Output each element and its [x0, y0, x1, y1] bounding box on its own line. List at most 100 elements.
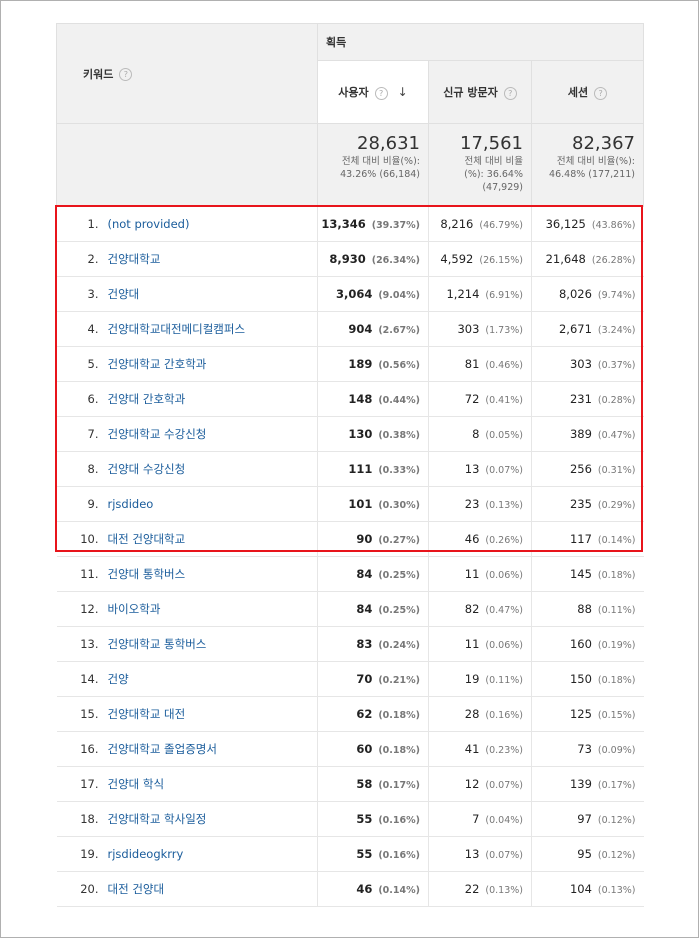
sessions-cell: 160 (0.19%) — [531, 626, 644, 662]
new-visitors-value: 303 — [457, 322, 480, 336]
keyword-link[interactable]: 바이오학과 — [108, 602, 161, 616]
new-visitors-percent: (0.23%) — [485, 745, 523, 756]
table-row: 4. 건양대학교대전메디컬캠퍼스 904 (2.67%) 303 (1.73%) 2,671… — [56, 311, 644, 347]
help-icon[interactable]: ? — [374, 86, 388, 100]
keyword-link[interactable]: 건양대학교 학사일정 — [108, 812, 207, 826]
new-visitors-cell: 13 (0.07%) — [428, 451, 532, 487]
users-cell: 148 (0.44%) — [317, 381, 429, 417]
new-visitors-cell: 72 (0.41%) — [428, 381, 532, 417]
users-percent: (39.37%) — [371, 220, 420, 231]
sessions-cell: 73 (0.09%) — [531, 731, 644, 767]
new-visitors-percent: (0.46%) — [485, 360, 523, 371]
users-percent: (9.04%) — [378, 290, 420, 301]
new-visitors-value: 82 — [464, 602, 480, 616]
keyword-link[interactable]: rjsdideo — [108, 497, 154, 511]
keyword-link[interactable]: 건양 — [108, 672, 129, 686]
keyword-link[interactable]: 건양대학교 통학버스 — [108, 637, 207, 651]
keyword-link[interactable]: 건양대학교 졸업증명서 — [108, 742, 217, 756]
new-visitors-cell: 13 (0.07%) — [428, 836, 532, 872]
new-visitors-value: 1,214 — [446, 287, 480, 301]
table-row: 3. 건양대 3,064 (9.04%) 1,214 (6.91%) 8,026 (9.74%… — [56, 276, 644, 312]
new-visitors-total-value: 17,561 — [460, 133, 523, 154]
sessions-percent: (0.19%) — [597, 640, 636, 651]
users-value: 3,064 — [335, 287, 373, 301]
users-percent: (0.38%) — [378, 430, 420, 441]
keyword-cell: 4. 건양대학교대전메디컬캠퍼스 — [56, 311, 318, 347]
table-row: 17. 건양대 학식 58 (0.17%) 12 (0.07%) 139 (0.17%) — [56, 766, 644, 802]
keyword-link[interactable]: 건양대 간호학과 — [108, 392, 186, 406]
new-visitors-column-header[interactable]: 신규 방문자? — [428, 60, 532, 124]
users-cell: 13,346 (39.37%) — [317, 206, 429, 242]
users-value: 62 — [356, 707, 373, 721]
sessions-cell: 21,648 (26.28%) — [531, 241, 644, 277]
keyword-link[interactable]: 대전 건양대학교 — [108, 532, 186, 546]
users-column-header[interactable]: 사용자? ↓ — [317, 60, 429, 124]
help-icon[interactable]: ? — [503, 86, 517, 100]
sort-down-arrow-icon[interactable]: ↓ — [398, 85, 408, 99]
users-percent: (0.18%) — [378, 710, 420, 721]
sessions-cell: 139 (0.17%) — [531, 766, 644, 802]
new-visitors-cell: 41 (0.23%) — [428, 731, 532, 767]
keyword-link[interactable]: 건양대학교 수강신청 — [108, 427, 207, 441]
users-value: 90 — [356, 532, 373, 546]
sessions-cell: 117 (0.14%) — [531, 521, 644, 557]
keyword-link[interactable]: rjsdideogkrry — [108, 847, 184, 861]
keyword-cell: 11. 건양대 통학버스 — [56, 556, 318, 592]
table-row: 5. 건양대학교 간호학과 189 (0.56%) 81 (0.46%) 303 (0.37%… — [56, 346, 644, 382]
keyword-link[interactable]: 건양대학교 — [108, 252, 161, 266]
new-visitors-cell: 22 (0.13%) — [428, 871, 532, 907]
users-value: 55 — [356, 812, 373, 826]
users-total-line1: 전체 대비 비율(%): — [341, 156, 420, 167]
users-value: 904 — [348, 322, 373, 336]
new-visitors-cell: 8 (0.05%) — [428, 416, 532, 452]
new-visitors-percent: (0.11%) — [485, 675, 523, 686]
keyword-column-header[interactable]: 키워드? — [56, 23, 318, 124]
sessions-percent: (0.09%) — [597, 745, 636, 756]
new-visitors-cell: 4,592 (26.15%) — [428, 241, 532, 277]
users-value: 84 — [356, 567, 373, 581]
sessions-value: 88 — [577, 602, 592, 616]
sessions-percent: (0.18%) — [597, 675, 636, 686]
keyword-cell: 17. 건양대 학식 — [56, 766, 318, 802]
help-icon[interactable]: ? — [119, 68, 133, 81]
sessions-value: 125 — [569, 707, 592, 721]
new-visitors-percent: (1.73%) — [485, 325, 523, 336]
new-visitors-total: 17,561 전체 대비 비율 (%): 36.64% (47,929) — [428, 123, 532, 207]
sessions-percent: (0.11%) — [597, 605, 636, 616]
sessions-column-header[interactable]: 세션? — [531, 60, 644, 124]
keyword-link[interactable]: 건양대 통학버스 — [108, 567, 186, 581]
sessions-percent: (0.17%) — [597, 780, 636, 791]
new-visitors-percent: (0.07%) — [485, 850, 523, 861]
sessions-cell: 97 (0.12%) — [531, 801, 644, 837]
keyword-link[interactable]: 건양대 학식 — [108, 777, 165, 791]
new-visitors-value: 11 — [464, 567, 480, 581]
new-visitors-cell: 11 (0.06%) — [428, 626, 532, 662]
keyword-link[interactable]: 건양대학교 대전 — [108, 707, 186, 721]
keyword-link[interactable]: 건양대학교 간호학과 — [108, 357, 207, 371]
users-percent: (0.25%) — [378, 605, 420, 616]
new-visitors-value: 13 — [464, 847, 480, 861]
new-visitors-total-line2: (%): 36.64% — [464, 169, 523, 180]
users-value: 130 — [348, 427, 373, 441]
table-row: 11. 건양대 통학버스 84 (0.25%) 11 (0.06%) 145 (0.18%) — [56, 556, 644, 592]
keyword-link[interactable]: 건양대 — [108, 287, 140, 301]
report-table: 키워드? 획득 사용자? ↓ 신규 방문자? 세션? 28,631 전체 대비 … — [56, 23, 644, 907]
keyword-link[interactable]: 대전 건양대 — [108, 882, 165, 896]
sessions-value: 104 — [569, 882, 592, 896]
new-visitors-header-label: 신규 방문자 — [443, 86, 498, 99]
sessions-value: 160 — [569, 637, 592, 651]
new-visitors-value: 8,216 — [440, 217, 474, 231]
keyword-link[interactable]: 건양대학교대전메디컬캠퍼스 — [108, 322, 246, 336]
sessions-value: 389 — [569, 427, 592, 441]
keyword-link[interactable]: (not provided) — [108, 217, 190, 231]
keyword-cell: 14. 건양 — [56, 661, 318, 697]
sessions-value: 231 — [569, 392, 592, 406]
keyword-cell: 8. 건양대 수강신청 — [56, 451, 318, 487]
users-cell: 84 (0.25%) — [317, 556, 429, 592]
help-icon[interactable]: ? — [594, 86, 608, 100]
sessions-percent: (43.86%) — [591, 220, 636, 231]
users-value: 83 — [356, 637, 373, 651]
users-value: 58 — [356, 777, 373, 791]
table-row: 10. 대전 건양대학교 90 (0.27%) 46 (0.26%) 117 (0.14%) — [56, 521, 644, 557]
keyword-link[interactable]: 건양대 수강신청 — [108, 462, 186, 476]
